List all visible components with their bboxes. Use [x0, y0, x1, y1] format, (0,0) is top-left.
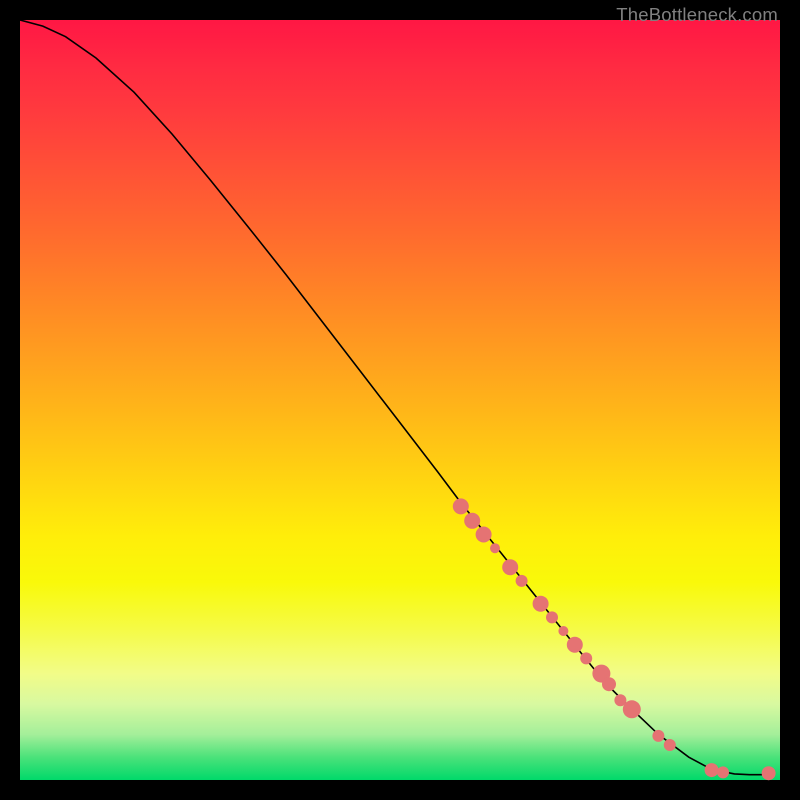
data-marker — [502, 559, 518, 575]
data-marker — [762, 766, 776, 780]
bottleneck-curve — [20, 20, 772, 775]
data-marker — [516, 575, 528, 587]
chart-frame: TheBottleneck.com — [0, 0, 800, 800]
data-marker — [546, 611, 558, 623]
data-marker — [580, 652, 592, 664]
marker-layer — [453, 498, 776, 780]
data-marker — [533, 596, 549, 612]
data-marker — [453, 498, 469, 514]
data-marker — [558, 626, 568, 636]
data-marker — [490, 543, 500, 553]
data-marker — [464, 513, 480, 529]
data-marker — [664, 739, 676, 751]
data-marker — [717, 766, 729, 778]
data-marker — [602, 677, 616, 691]
data-marker — [476, 527, 492, 543]
data-marker — [567, 637, 583, 653]
data-marker — [652, 730, 664, 742]
chart-overlay — [20, 20, 780, 780]
data-marker — [705, 763, 719, 777]
data-marker — [623, 700, 641, 718]
